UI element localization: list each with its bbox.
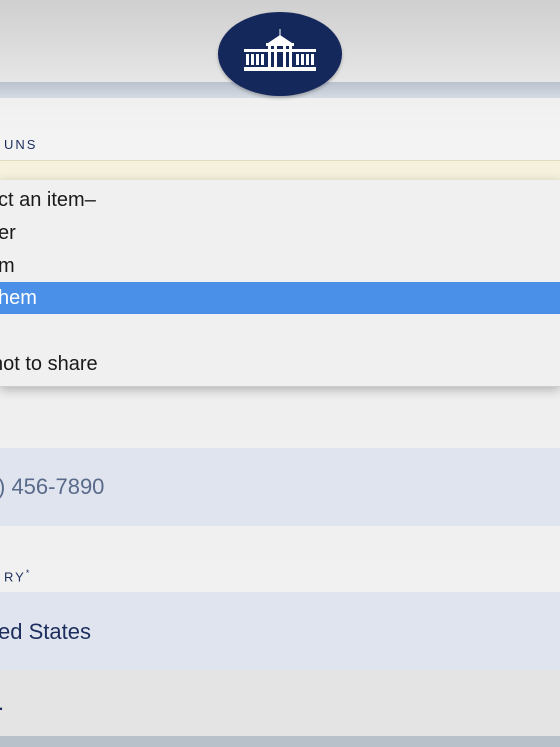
option-them[interactable]: hem: [0, 282, 560, 314]
phone-value: ) 456-7890: [0, 474, 105, 499]
white-house-building-icon: [244, 29, 316, 71]
page: UNS ct an item– er m hem not to share ) …: [0, 0, 560, 747]
option-label: m: [0, 254, 15, 277]
option-prefer-not-to-share[interactable]: not to share: [0, 348, 560, 380]
option-other[interactable]: [0, 315, 560, 347]
country-label-text: RY: [4, 569, 26, 585]
next-field-value: .: [0, 690, 4, 716]
country-field[interactable]: ed States: [0, 592, 560, 670]
next-field[interactable]: .: [0, 670, 560, 736]
bottom-stripe: [0, 736, 560, 747]
option-label: er: [0, 221, 16, 244]
option-label: ct an item–: [0, 188, 96, 211]
option-her[interactable]: er: [0, 217, 560, 249]
option-label: not to share: [0, 352, 98, 375]
phone-field[interactable]: ) 456-7890: [0, 448, 560, 526]
option-select-an-item[interactable]: ct an item–: [0, 184, 560, 216]
pronouns-dropdown[interactable]: ct an item– er m hem not to share: [0, 180, 560, 387]
country-label: RY*: [4, 568, 31, 584]
option-label: hem: [0, 286, 37, 309]
pronouns-label: UNS: [4, 137, 38, 152]
option-him[interactable]: m: [0, 250, 560, 282]
country-value: ed States: [0, 619, 91, 644]
required-mark: *: [25, 568, 32, 578]
white-house-seal-icon[interactable]: [218, 12, 342, 96]
